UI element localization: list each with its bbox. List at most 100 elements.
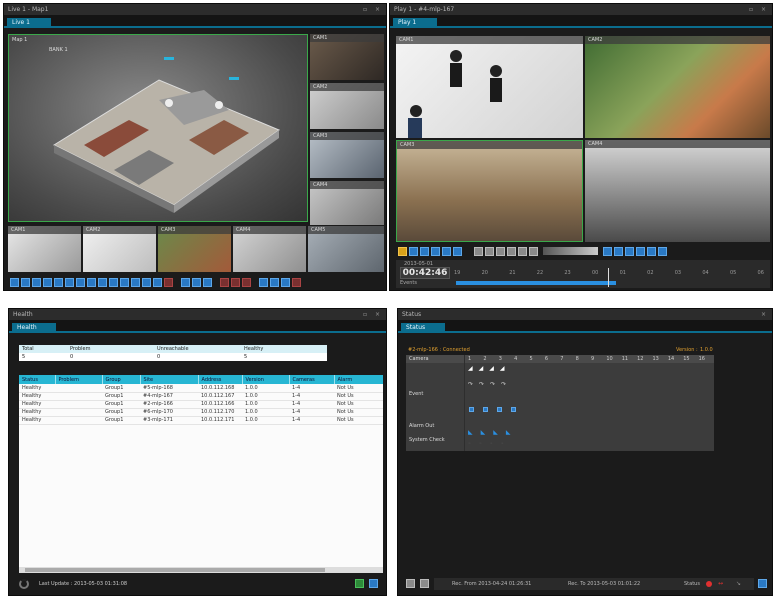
play-cam-3[interactable]: CAM3 (396, 140, 583, 242)
calendar-icon[interactable] (420, 246, 429, 256)
live-side-cam-4[interactable]: CAM4 (310, 181, 384, 225)
layout-1p5-icon[interactable] (54, 277, 63, 287)
live-title: Live 1 - Map1 (8, 6, 49, 13)
scrollbar-thumb[interactable] (25, 568, 325, 572)
layout-wide-icon[interactable] (120, 277, 129, 287)
speed-slider[interactable] (543, 247, 598, 255)
layout-3x3-icon[interactable] (32, 277, 41, 287)
pause-icon[interactable] (518, 246, 527, 256)
map-view[interactable]: Map 1 BANK 1 (8, 34, 308, 222)
settings-icon[interactable] (758, 579, 767, 588)
layout-1x1-icon[interactable] (10, 277, 19, 287)
play-cam-2[interactable]: CAM2 (585, 36, 770, 138)
snapshot-icon[interactable] (242, 277, 251, 287)
health-titlebar[interactable]: Health ▫ × (9, 309, 386, 320)
table-cell: Healthy (19, 400, 55, 409)
layout-tall-icon[interactable] (131, 277, 140, 287)
alarm-icon[interactable] (231, 277, 240, 287)
table-cell: 10.0.112.170 (198, 408, 242, 417)
status-titlebar[interactable]: Status × (398, 309, 772, 320)
export-icon[interactable] (431, 246, 440, 256)
bookmark-icon[interactable] (398, 246, 407, 256)
layout-1x1-icon[interactable] (603, 246, 612, 256)
skip-back-icon[interactable] (474, 246, 483, 256)
rewind-icon[interactable] (485, 246, 494, 256)
step-back-icon[interactable] (496, 246, 505, 256)
layout-3x3-icon[interactable] (625, 246, 634, 256)
alarm-out-icon: ◣ (493, 429, 498, 436)
search-icon[interactable] (409, 246, 418, 256)
column-header[interactable]: Problem (55, 375, 103, 384)
close-layout-icon[interactable] (292, 277, 301, 287)
play-icon[interactable] (507, 246, 516, 256)
layout-custom-icon[interactable] (109, 277, 118, 287)
layout-1p7-icon[interactable] (65, 277, 74, 287)
fullscreen-icon[interactable] (636, 246, 645, 256)
window-controls[interactable]: ▫ × (363, 309, 383, 320)
live-side-cam-1[interactable]: CAM1 (310, 34, 384, 80)
live-bottom-cam-3[interactable]: CAM3 (158, 226, 231, 272)
column-header[interactable]: Alarm (334, 375, 383, 384)
sequence-icon[interactable] (164, 277, 173, 287)
play-cam-4[interactable]: CAM4 (585, 140, 770, 242)
layout-split-icon[interactable] (153, 277, 162, 287)
health-table-container[interactable]: Status Problem Group Site Address Versio… (19, 375, 383, 573)
live-side-cam-3[interactable]: CAM3 (310, 132, 384, 178)
layout-2x2-icon[interactable] (614, 246, 623, 256)
column-header[interactable]: Version (242, 375, 290, 384)
table-row[interactable]: Healthy Group1 #3-mlp-171 10.0.112.171 1… (19, 416, 383, 425)
settings-icon[interactable] (369, 579, 378, 588)
table-row[interactable]: Healthy Group1 #2-mlp-166 10.0.112.166 1… (19, 400, 383, 409)
timeline-cursor[interactable] (608, 268, 609, 287)
layout-5x5-icon[interactable] (87, 277, 96, 287)
tab-live-1[interactable]: Live 1 (7, 18, 51, 28)
table-row[interactable]: Healthy Group1 #4-mlp-167 10.0.112.167 1… (19, 392, 383, 401)
horizontal-scrollbar[interactable] (19, 567, 383, 573)
refresh-icon[interactable] (355, 579, 364, 588)
tab-status[interactable]: Status (401, 323, 445, 333)
column-header[interactable]: Cameras (289, 375, 335, 384)
live-bottom-cam-2[interactable]: CAM2 (83, 226, 156, 272)
print-icon[interactable] (442, 246, 451, 256)
next-page-icon[interactable] (658, 246, 667, 256)
column-header[interactable]: Status (19, 375, 56, 384)
layout-6x6-icon[interactable] (98, 277, 107, 287)
layout-mixed-icon[interactable] (142, 277, 151, 287)
live-titlebar[interactable]: Live 1 - Map1 ▫ × (4, 4, 386, 15)
window-controls[interactable]: × (761, 309, 769, 320)
record-icon[interactable] (220, 277, 229, 287)
live-bottom-cam-5[interactable]: CAM5 (308, 226, 384, 272)
export-icon[interactable] (406, 579, 415, 588)
live-side-cam-2[interactable]: CAM2 (310, 83, 384, 129)
table-row[interactable]: Healthy Group1 #6-mlp-170 10.0.112.170 1… (19, 408, 383, 417)
col-number: 5 (529, 356, 533, 362)
window-controls[interactable]: ▫ × (749, 4, 769, 15)
prev-page-icon[interactable] (192, 277, 201, 287)
column-header[interactable]: Group (102, 375, 141, 384)
next-page-icon[interactable] (203, 277, 212, 287)
window-controls[interactable]: ▫ × (363, 4, 383, 15)
prev-page-icon[interactable] (647, 246, 656, 256)
print-icon[interactable] (420, 579, 429, 588)
layout-2x2-icon[interactable] (21, 277, 30, 287)
ruler-tick: 19 (454, 270, 461, 276)
column-header[interactable]: Address (198, 375, 243, 384)
column-header[interactable]: Site (140, 375, 199, 384)
layout-1p12-icon[interactable] (76, 277, 85, 287)
play-titlebar[interactable]: Play 1 - #4-mlp-167 ▫ × (390, 4, 772, 15)
tab-play-1[interactable]: Play 1 (393, 18, 437, 28)
zoom-icon[interactable] (453, 246, 462, 256)
fullscreen-icon[interactable] (181, 277, 190, 287)
ptz-icon[interactable] (259, 277, 268, 287)
table-row[interactable]: Healthy Group1 #5-mlp-168 10.0.112.168 1… (19, 384, 383, 393)
timeline[interactable]: 2013-05-01 00:42:46 19 20 21 22 23 00 01… (396, 260, 770, 288)
tab-health[interactable]: Health (12, 323, 56, 333)
audio-icon[interactable] (270, 277, 279, 287)
fast-forward-icon[interactable] (529, 246, 538, 256)
live-bottom-cam-1[interactable]: CAM1 (8, 226, 81, 272)
settings-icon[interactable] (281, 277, 290, 287)
camera-status-icons: ◢ ◢ ◢ ◢ (468, 365, 505, 372)
layout-4x4-icon[interactable] (43, 277, 52, 287)
play-cam-1[interactable]: CAM1 (396, 36, 583, 138)
live-bottom-cam-4[interactable]: CAM4 (233, 226, 306, 272)
